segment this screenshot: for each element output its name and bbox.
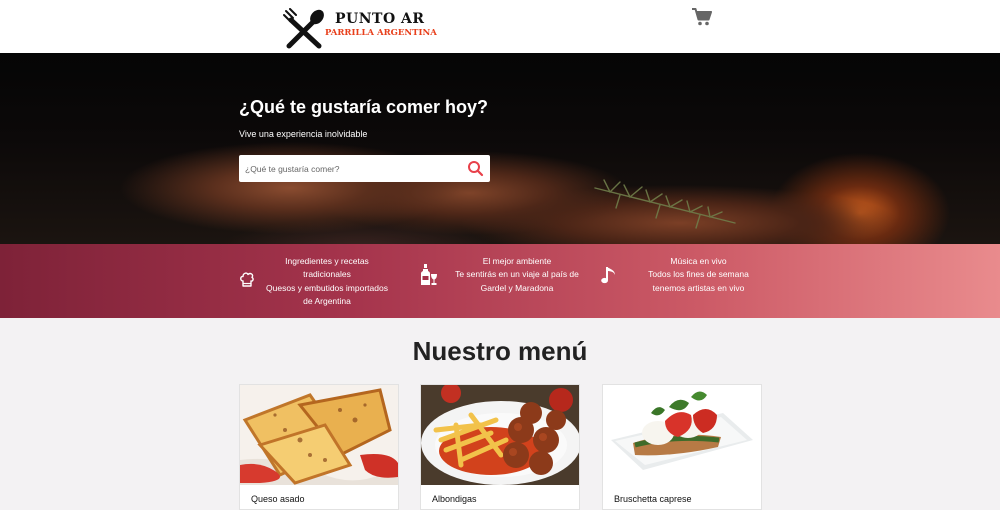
albondigas-image	[421, 385, 579, 485]
menu-title: Nuestro menú	[412, 336, 588, 366]
feature-line: El mejor ambiente	[482, 256, 552, 266]
feature-line: tenemos artistas en vivo	[652, 282, 745, 293]
brand-subtitle: PARRILLA ARGENTINA	[325, 28, 437, 38]
search-input[interactable]	[239, 155, 459, 182]
feature-line: Todos los fines de semana	[648, 269, 749, 280]
feature-ingredientes: Ingredientes y recetas tradicionales Que…	[262, 255, 392, 308]
hero-subtitle: Vive una experiencia inolvidable	[239, 129, 368, 139]
features-band: Ingredientes y recetas tradicionales Que…	[0, 244, 1000, 318]
feature-line: de Argentina	[303, 295, 351, 306]
feature-ambiente: El mejor ambiente Te sentirás en un viaj…	[450, 255, 584, 295]
menu-item-name: Albondigas	[432, 494, 477, 504]
search-bar	[239, 155, 490, 182]
menu-card-bruschetta-caprese[interactable]: Bruschetta caprese	[602, 384, 762, 510]
fork-spoon-icon	[283, 8, 324, 49]
feature-musica: Música en vivo Todos los fines de semana…	[630, 255, 767, 295]
menu-card-albondigas[interactable]: Albondigas	[420, 384, 580, 510]
brand-logo[interactable]: PUNTO AR PARRILLA ARGENTINA	[283, 8, 437, 50]
site-header: PUNTO AR PARRILLA ARGENTINA	[0, 0, 1000, 53]
chef-hat-icon	[240, 272, 254, 287]
hero-title: ¿Qué te gustaría comer hoy?	[239, 97, 489, 117]
feature-line: Gardel y Maradona	[480, 282, 554, 293]
feature-line: tradicionales	[303, 269, 351, 280]
feature-line: Quesos y embutidos importados	[266, 282, 388, 293]
music-note-icon	[601, 267, 615, 284]
feature-line: Ingredientes y recetas	[285, 256, 369, 266]
search-icon[interactable]	[467, 160, 484, 177]
wine-icon	[421, 264, 437, 285]
feature-line: Te sentirás en un viaje al país de	[455, 269, 579, 280]
menu-item-name: Bruschetta caprese	[614, 494, 692, 504]
brand-title: PUNTO AR	[335, 11, 425, 27]
cart-icon[interactable]	[692, 8, 712, 26]
menu-card-queso-asado[interactable]: Queso asado	[239, 384, 399, 510]
bruschetta-caprese-image	[603, 385, 761, 485]
menu-item-name: Queso asado	[251, 494, 305, 504]
queso-asado-image	[240, 385, 398, 485]
feature-line: Música en vivo	[670, 256, 727, 266]
rosemary-decoration	[594, 179, 736, 229]
hero-banner: ¿Qué te gustaría comer hoy? Vive una exp…	[0, 53, 1000, 244]
